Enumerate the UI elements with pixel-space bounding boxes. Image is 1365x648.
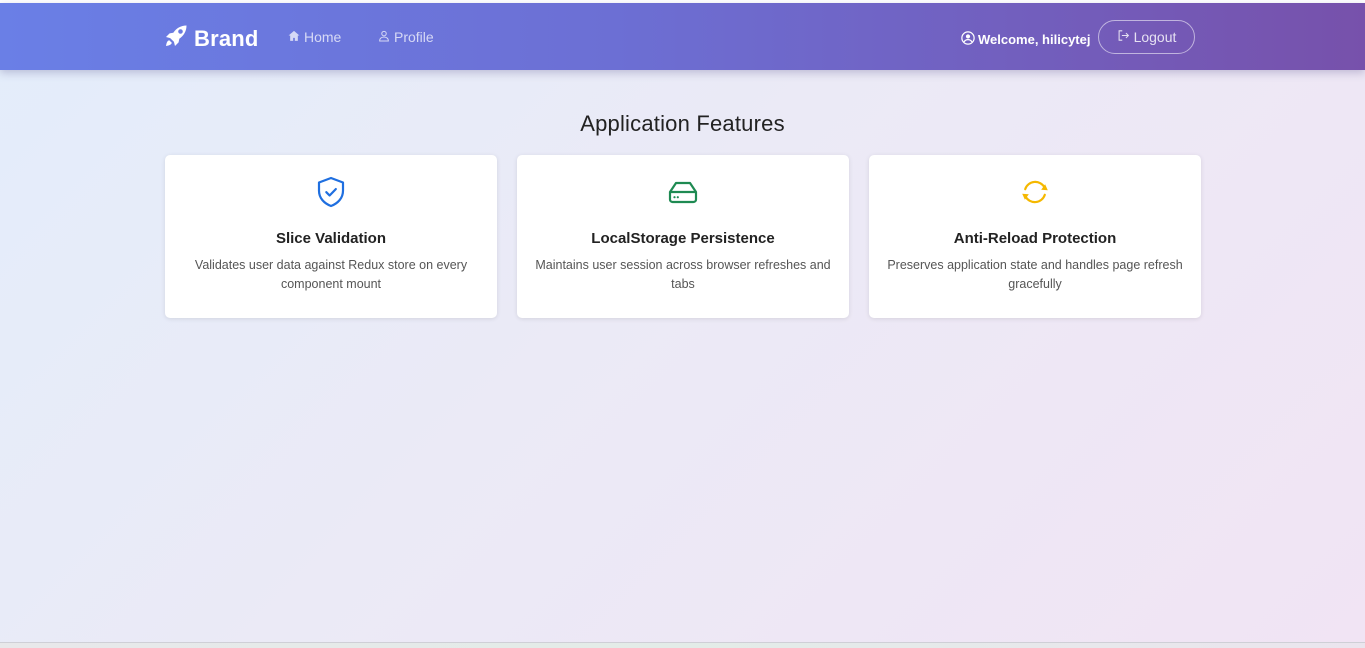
nav-link-label: Profile — [394, 29, 434, 45]
feature-card-anti-reload-protection: Anti-Reload Protection Preserves applica… — [869, 155, 1201, 318]
logout-button[interactable]: Logout — [1098, 20, 1195, 54]
page-title: Application Features — [580, 111, 785, 136]
card-title: Anti-Reload Protection — [953, 230, 1117, 247]
navbar: Brand Home Profile Welcome, hilicytej Lo… — [0, 3, 1365, 70]
user-circle-icon — [961, 31, 978, 49]
house-icon — [288, 28, 304, 46]
card-description: Preserves application state and handles … — [887, 258, 1183, 291]
logout-label: Logout — [1133, 29, 1177, 45]
feature-card-localstorage-persistence: LocalStorage Persistence Maintains user … — [517, 155, 849, 318]
nav-link-label: Home — [304, 29, 342, 45]
refresh-icon — [869, 175, 1201, 209]
welcome-message: Welcome, hilicytej — [961, 31, 1090, 49]
nav-link-home[interactable]: Home — [288, 28, 341, 46]
rocket-icon — [164, 24, 188, 53]
person-icon — [378, 28, 394, 46]
brand-link[interactable]: Brand — [164, 24, 259, 53]
welcome-text: Welcome, hilicytej — [978, 32, 1091, 47]
logout-icon — [1117, 29, 1134, 45]
hard-drive-icon — [517, 175, 849, 209]
card-title: LocalStorage Persistence — [591, 230, 775, 247]
card-description: Validates user data against Redux store … — [194, 258, 468, 291]
feature-card-slice-validation: Slice Validation Validates user data aga… — [165, 155, 497, 318]
card-description: Maintains user session across browser re… — [535, 258, 831, 291]
card-title: Slice Validation — [275, 230, 387, 247]
nav-link-profile[interactable]: Profile — [378, 28, 434, 46]
shield-check-icon — [165, 175, 497, 209]
window-bottom-edge — [0, 642, 1365, 648]
brand-name: Brand — [194, 25, 259, 51]
